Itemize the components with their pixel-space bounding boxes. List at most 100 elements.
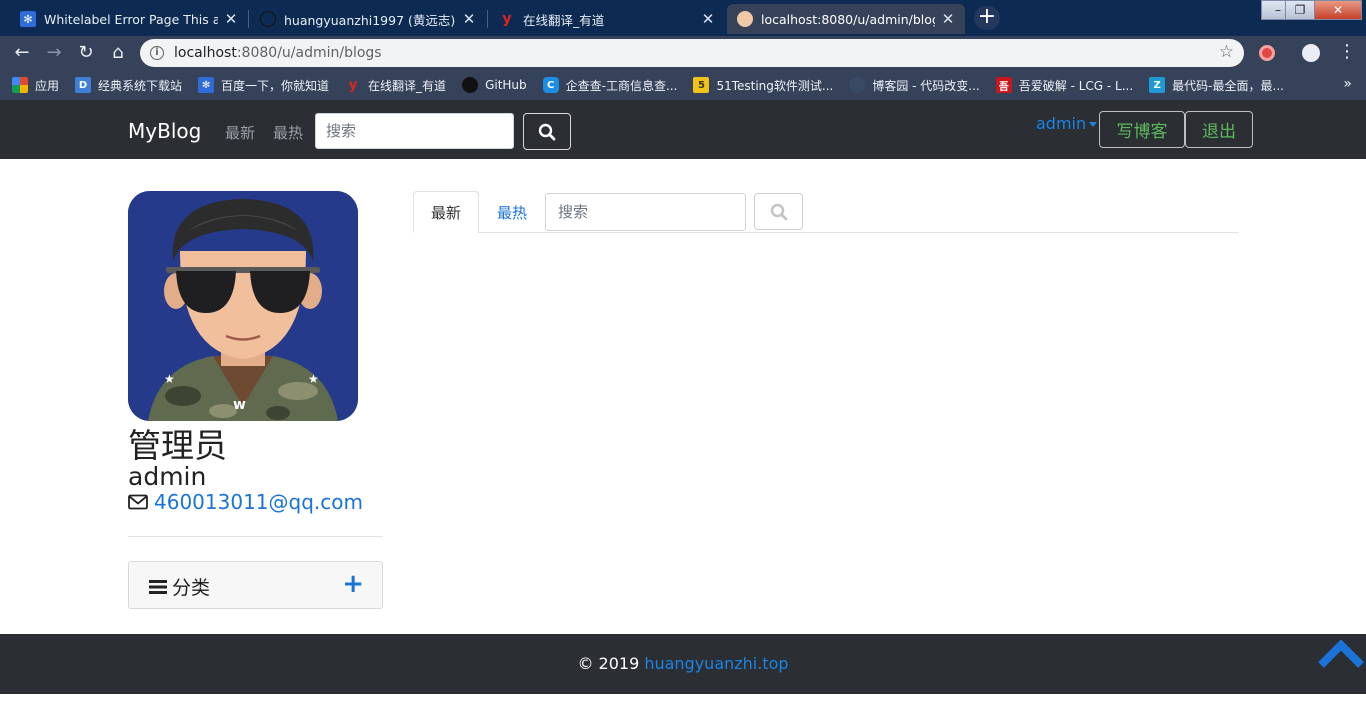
more-bookmarks-icon[interactable]: » — [1343, 76, 1352, 92]
menu-kebab-icon[interactable]: ⋮ — [1338, 42, 1356, 62]
bookmark-star-icon[interactable]: ☆ — [1219, 42, 1234, 62]
close-window-icon[interactable]: ✕ — [1314, 0, 1362, 20]
browser-tab-youdao[interactable]: y 在线翻译_有道 ✕ — [489, 4, 725, 34]
bookmark-item[interactable]: D 经典系统下载站 — [75, 77, 182, 94]
blog-search-input[interactable] — [545, 193, 746, 231]
search-icon — [538, 123, 556, 140]
avatar-image: w ★ ★ — [128, 191, 358, 421]
category-title: 分类 — [172, 577, 211, 599]
tab-title: localhost:8080/u/admin/blogs — [761, 11, 935, 27]
url-path: :8080/u/admin/blogs — [236, 45, 382, 61]
bookmark-label: GitHub — [485, 78, 527, 92]
bookmark-label: 百度一下，你就知道 — [221, 78, 330, 93]
footer-copyright: © 2019 — [577, 654, 645, 673]
youdao-icon: y — [502, 11, 512, 27]
account-icon[interactable] — [1302, 44, 1320, 62]
add-category-icon[interactable]: + — [342, 571, 364, 597]
github-icon — [260, 11, 276, 27]
profile-email-link[interactable]: 460013011@qq.com — [154, 490, 363, 514]
bookmark-label: 51Testing软件测试... — [716, 78, 834, 93]
profile-display-name: 管理员 — [128, 426, 227, 465]
bookmark-label: 在线翻译_有道 — [368, 78, 447, 93]
bookmark-item[interactable]: 吾 吾爱破解 - LCG - L... — [995, 77, 1133, 94]
github-icon — [462, 77, 479, 93]
tab-hot[interactable]: 最热 — [483, 191, 541, 233]
new-tab-button[interactable]: + — [974, 6, 1000, 30]
site-info-icon[interactable]: i — [150, 46, 164, 60]
bookmark-label: 经典系统下载站 — [98, 78, 183, 93]
site-favicon-icon: D — [75, 77, 92, 93]
user-dropdown[interactable]: admin — [1036, 114, 1098, 133]
divider — [128, 536, 383, 537]
nav-link-hot[interactable]: 最热 — [273, 122, 303, 143]
footer-site-link[interactable]: huangyuanzhi.top — [644, 654, 788, 673]
bookmark-label: 最代码-最全面，最... — [1172, 78, 1284, 93]
tab-latest[interactable]: 最新 — [413, 191, 479, 233]
apps-grid-icon — [12, 77, 28, 93]
site-footer: © 2019 huangyuanzhi.top — [0, 634, 1366, 694]
tab-title: 在线翻译_有道 — [523, 12, 605, 28]
category-panel: 分类 + — [128, 561, 383, 609]
navbar-search-button[interactable] — [523, 113, 571, 150]
logout-button[interactable]: 退出 — [1185, 111, 1253, 148]
write-blog-button[interactable]: 写博客 — [1099, 111, 1185, 148]
reload-icon[interactable]: ↻ — [74, 41, 98, 65]
avatar-favicon-icon — [737, 11, 753, 27]
svg-text:★: ★ — [164, 372, 175, 386]
bookmark-item[interactable]: y 在线翻译_有道 — [345, 77, 446, 94]
profile-username: admin — [128, 462, 207, 491]
brand-link[interactable]: MyBlog — [128, 119, 201, 143]
svg-text:★: ★ — [308, 372, 319, 386]
svg-text:w: w — [233, 397, 246, 413]
bookmark-item[interactable]: 博客园 - 代码改变... — [849, 77, 980, 94]
back-to-top-icon[interactable] — [1318, 640, 1364, 670]
url-host: localhost — [174, 45, 237, 61]
youdao-icon: y — [348, 77, 358, 93]
caret-down-icon — [1089, 122, 1098, 127]
browser-tab-error-page[interactable]: ✻ Whitelabel Error Page This app ✕ — [10, 4, 248, 34]
back-arrow-icon[interactable]: ← — [10, 41, 34, 65]
address-bar-row: ← → ↻ ⌂ i localhost:8080/u/admin/blogs ☆… — [0, 36, 1366, 70]
bookmark-item[interactable]: GitHub — [462, 77, 527, 93]
home-icon[interactable]: ⌂ — [106, 41, 130, 65]
testing-icon: 5 — [693, 77, 710, 93]
bookmark-label: 博客园 - 代码改变... — [872, 78, 980, 93]
bookmark-item[interactable]: C 企查查-工商信息查... — [542, 77, 678, 94]
bookmark-item[interactable]: Z 最代码-最全面，最... — [1149, 77, 1284, 94]
category-header: 分类 — [149, 573, 210, 600]
close-tab-icon[interactable]: ✕ — [224, 10, 238, 28]
navbar-search-input[interactable] — [315, 113, 514, 149]
nav-link-latest[interactable]: 最新 — [225, 122, 255, 143]
maximize-window-icon[interactable]: ❐ — [1285, 0, 1315, 20]
user-name: admin — [1036, 114, 1087, 133]
page-bottom-space — [0, 694, 1366, 728]
list-bars-icon — [149, 579, 167, 594]
close-tab-icon[interactable]: ✕ — [462, 10, 476, 28]
tab-title: huangyuanzhi1997 (黄远志) — [284, 12, 456, 28]
baidu-paw-icon: ✻ — [20, 11, 36, 27]
bookmark-item[interactable]: ✻ 百度一下，你就知道 — [198, 77, 329, 94]
bookmark-label: 企查查-工商信息查... — [565, 78, 678, 93]
record-extension-icon[interactable] — [1259, 45, 1275, 61]
close-tab-icon[interactable]: ✕ — [701, 10, 715, 28]
browser-tab-strip: ✻ Whitelabel Error Page This app ✕ huang… — [0, 0, 1366, 36]
bookmark-apps[interactable]: 应用 — [12, 77, 59, 94]
zuidaima-icon: Z — [1149, 77, 1166, 93]
baidu-paw-icon: ✻ — [198, 77, 215, 93]
close-tab-icon[interactable]: ✕ — [941, 10, 955, 28]
browser-tab-localhost[interactable]: localhost:8080/u/admin/blogs ✕ — [727, 4, 965, 34]
tab-title: Whitelabel Error Page This app — [44, 11, 218, 27]
avatar: w ★ ★ — [128, 191, 358, 421]
site-navbar: MyBlog 最新 最热 admin 写博客 退出 — [0, 100, 1366, 159]
cnblogs-icon — [849, 77, 866, 93]
search-icon — [770, 203, 787, 220]
blog-search-button[interactable] — [754, 193, 803, 230]
bookmark-label: 应用 — [35, 78, 60, 93]
browser-tab-github[interactable]: huangyuanzhi1997 (黄远志) ✕ — [250, 4, 486, 34]
qichacha-icon: C — [542, 77, 559, 93]
52pojie-icon: 吾 — [995, 77, 1012, 93]
bookmarks-bar: 应用 D 经典系统下载站 ✻ 百度一下，你就知道 y 在线翻译_有道 GitHu… — [0, 70, 1366, 100]
bookmark-item[interactable]: 5 51Testing软件测试... — [693, 77, 833, 94]
forward-arrow-icon[interactable]: → — [42, 41, 66, 65]
url-input[interactable]: i localhost:8080/u/admin/blogs ☆ — [140, 39, 1244, 67]
